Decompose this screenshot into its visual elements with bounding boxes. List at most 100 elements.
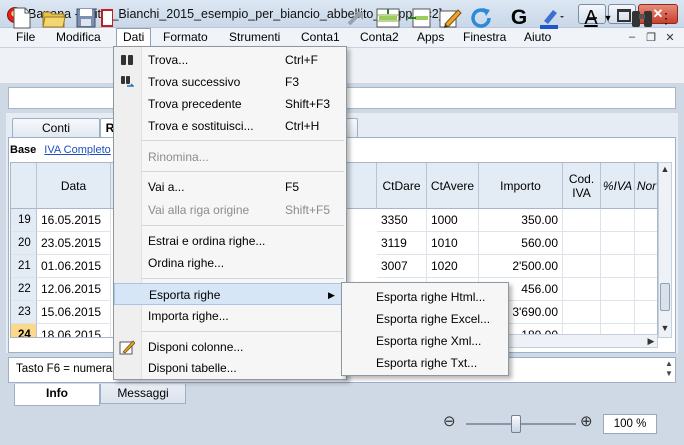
document-minimize-icon[interactable]: – [624, 31, 640, 45]
cell-data[interactable]: 23.05.2015 [37, 232, 111, 255]
recalculate-icon[interactable] [467, 4, 495, 32]
column-header-percent-iva[interactable]: %IVA [601, 163, 635, 209]
view-iva-completo[interactable]: IVA Completo [44, 144, 110, 156]
cell-data[interactable]: 15.06.2015 [37, 301, 111, 324]
row-number[interactable]: 21 [11, 255, 37, 278]
cell-nor[interactable] [635, 209, 657, 232]
cell-data[interactable]: 01.06.2015 [37, 255, 111, 278]
cell-cod-iva[interactable] [563, 209, 601, 232]
cell-ctavere[interactable]: 1020 [427, 255, 479, 278]
font-color-icon[interactable]: A [577, 4, 605, 32]
insert-rows-icon[interactable] [374, 4, 402, 32]
submenu-arrow-icon: ▶ [328, 290, 335, 300]
cell-percent-iva[interactable] [601, 232, 635, 255]
menu-item-esporta-txt[interactable]: Esporta righe Txt... [346, 352, 506, 374]
menu-item-esporta-html[interactable]: Esporta righe Html... [346, 286, 506, 308]
menu-item-esporta-righe[interactable]: Esporta righe ▶ [114, 283, 346, 305]
menu-strumenti[interactable]: Strumenti [223, 28, 286, 48]
cell-ctavere[interactable]: 1010 [427, 232, 479, 255]
menu-item-ordina-righe[interactable]: Ordina righe... [114, 252, 346, 274]
row-number[interactable]: 22 [11, 278, 37, 301]
tab-info[interactable]: Info [14, 384, 100, 406]
cell-nor[interactable] [635, 278, 657, 301]
menu-item-trova-precedente[interactable]: Trova precedente Shift+F3 [114, 93, 346, 115]
vertical-scrollbar[interactable]: ▲ ▼ [658, 162, 672, 338]
highlight-color-icon[interactable] [537, 4, 565, 32]
cell-percent-iva[interactable] [601, 209, 635, 232]
row-number[interactable]: 23 [11, 301, 37, 324]
scrollbar-thumb[interactable] [660, 283, 670, 311]
zoom-slider-thumb[interactable] [510, 415, 521, 433]
column-header-nor[interactable]: Nor [635, 163, 657, 209]
cell-cod-iva[interactable] [563, 278, 601, 301]
cell-data[interactable]: 16.05.2015 [37, 209, 111, 232]
menu-formato[interactable]: Formato [157, 28, 214, 48]
scroll-right-icon[interactable]: ▶ [645, 335, 657, 347]
cell-importo[interactable]: 350.00 [479, 209, 563, 232]
document-close-icon[interactable]: ✕ [662, 31, 678, 45]
cell-nor[interactable] [635, 255, 657, 278]
menu-item-esporta-xml[interactable]: Esporta righe Xml... [346, 330, 506, 352]
menu-item-trova-successivo[interactable]: Trova successivo F3 [114, 71, 346, 93]
view-base[interactable]: Base [10, 144, 36, 156]
zoom-slider[interactable] [466, 423, 576, 425]
cell-ctdare[interactable]: 3350 [377, 209, 427, 232]
cell-ctdare[interactable]: 3119 [377, 232, 427, 255]
cell-nor[interactable] [635, 232, 657, 255]
column-header-importo[interactable]: Importo [479, 163, 563, 209]
tab-messaggi[interactable]: Messaggi [100, 384, 186, 404]
cell-importo[interactable]: 560.00 [479, 232, 563, 255]
cell-cod-iva[interactable] [563, 255, 601, 278]
menu-item-trova-e-sostituisci[interactable]: Trova e sostituisci... Ctrl+H [114, 115, 346, 137]
font-color-dropdown-icon[interactable]: ▼ [603, 4, 613, 32]
cell-ctdare[interactable]: 3007 [377, 255, 427, 278]
g-letter-icon[interactable]: G [505, 4, 533, 32]
move-rows-icon[interactable] [405, 4, 433, 32]
menu-item-disponi-tabelle[interactable]: Disponi tabelle... [114, 357, 346, 379]
edit-pencil-icon[interactable] [436, 4, 464, 32]
print-icon[interactable] [100, 4, 114, 32]
column-header-cod-iva[interactable]: Cod. IVA [563, 163, 601, 209]
cell-percent-iva[interactable] [601, 301, 635, 324]
save-icon[interactable] [72, 4, 100, 32]
menu-item-disponi-colonne[interactable]: Disponi colonne... [114, 336, 346, 358]
menu-item-estrai-e-ordina[interactable]: Estrai e ordina righe... [114, 230, 346, 252]
binoculars-icon[interactable] [628, 4, 656, 32]
column-header-ctavere[interactable]: CtAvere [427, 163, 479, 209]
column-header-ctdare[interactable]: CtDare [377, 163, 427, 209]
cell-percent-iva[interactable] [601, 278, 635, 301]
open-folder-icon[interactable] [40, 4, 68, 32]
menu-item-importa-righe[interactable]: Importa righe... [114, 305, 346, 327]
scroll-down-icon[interactable]: ▼ [659, 323, 671, 333]
menu-item-trova[interactable]: Trova... Ctrl+F [114, 49, 346, 71]
menu-dati[interactable]: Dati [116, 28, 152, 47]
cell-cod-iva[interactable] [563, 301, 601, 324]
menu-item-vai-alla-riga-origine[interactable]: Vai alla riga origine Shift+F5 [114, 199, 346, 221]
column-header-data[interactable]: Data [37, 163, 111, 209]
cell-data[interactable]: 18.06.2015 [37, 324, 111, 337]
cell-cod-iva[interactable] [563, 232, 601, 255]
new-document-icon[interactable] [8, 4, 36, 32]
zoom-level[interactable]: 100 % [603, 414, 657, 434]
scroll-up-icon[interactable]: ▲ [659, 164, 671, 174]
info-scrollbar[interactable]: ▲ ▼ [663, 359, 675, 381]
cell-importo[interactable]: 2'500.00 [479, 255, 563, 278]
row-number-current[interactable]: 24 [11, 324, 37, 337]
row-number[interactable]: 19 [11, 209, 37, 232]
menu-item-esporta-excel[interactable]: Esporta righe Excel... [346, 308, 506, 330]
cell-ctavere[interactable]: 1000 [427, 209, 479, 232]
toolbar-overflow-icon[interactable]: ⋮ [655, 4, 677, 32]
cell-percent-iva[interactable] [601, 255, 635, 278]
cell-nor[interactable] [635, 301, 657, 324]
menu-item-label: Ordina righe... [148, 256, 225, 270]
zoom-out-icon[interactable]: ⊖ [443, 414, 459, 431]
menu-item-vai-a[interactable]: Vai a... F5 [114, 176, 346, 198]
document-restore-icon[interactable]: ❐ [643, 31, 659, 45]
cell-data[interactable]: 12.06.2015 [37, 278, 111, 301]
redo-icon[interactable] [343, 4, 371, 32]
menu-item-rinomina[interactable]: Rinomina... [114, 146, 346, 168]
menu-conta1[interactable]: Conta1 [295, 28, 346, 48]
tab-conti[interactable]: Conti [12, 118, 100, 137]
row-number[interactable]: 20 [11, 232, 37, 255]
zoom-in-icon[interactable]: ⊕ [580, 414, 596, 431]
